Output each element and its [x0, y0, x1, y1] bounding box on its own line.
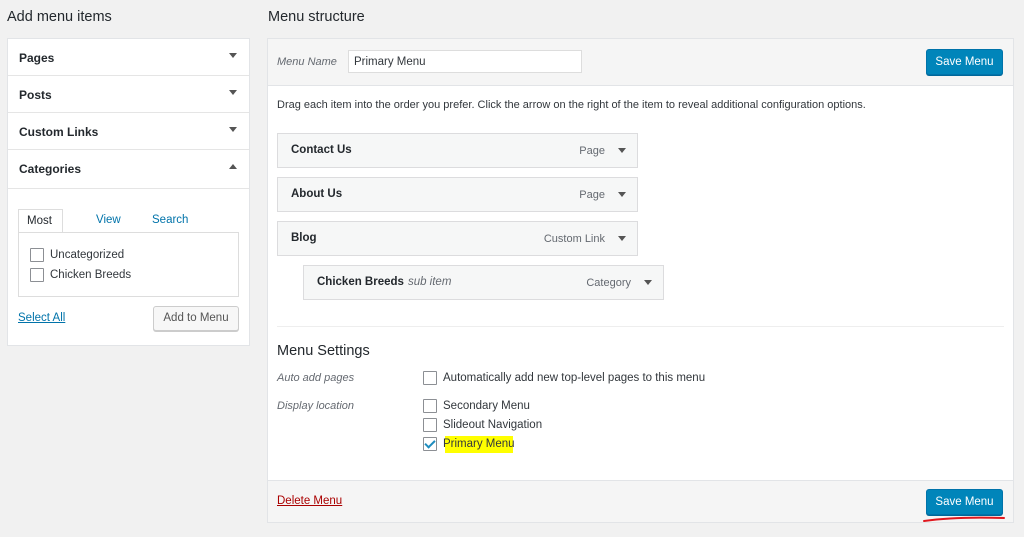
menu-item-title: About Us [291, 188, 343, 200]
accordion-label: Posts [19, 88, 52, 102]
auto-add-pages-label: Auto add pages [277, 372, 355, 384]
chevron-down-icon[interactable] [618, 148, 626, 153]
divider [277, 326, 1004, 327]
divider [8, 188, 249, 189]
accordion-posts[interactable]: Posts [8, 76, 249, 113]
chevron-down-icon[interactable] [618, 192, 626, 197]
menu-item-type: Custom Link [543, 233, 605, 245]
menu-item-type: Page [579, 145, 605, 157]
menu-item-blog[interactable]: Blog Custom Link [277, 221, 638, 256]
chevron-up-icon [229, 164, 237, 169]
menu-name-label: Menu Name [277, 56, 337, 68]
location-label: Primary Menu [443, 438, 515, 450]
auto-add-pages-option: Automatically add new top-level pages to… [443, 372, 706, 384]
accordion-label: Pages [19, 51, 55, 65]
menu-item-title: Chicken Breeds sub item [317, 276, 452, 288]
menu-item-type: Page [579, 189, 605, 201]
menu-item-contact-us[interactable]: Contact Us Page [277, 133, 638, 168]
auto-add-pages-checkbox[interactable] [423, 371, 437, 385]
location-label: Secondary Menu [443, 400, 530, 412]
tab-most-used[interactable]: Most Used [18, 209, 63, 250]
secondary-menu-checkbox[interactable] [423, 399, 437, 413]
accordion-pages[interactable]: Pages [8, 39, 249, 76]
menu-footer: Delete Menu Save Menu [268, 480, 1013, 522]
add-to-menu-button[interactable]: Add to Menu [153, 306, 239, 331]
chevron-down-icon[interactable] [644, 280, 652, 285]
menu-header: Menu Name Save Menu [268, 39, 1013, 86]
primary-menu-checkbox[interactable] [423, 437, 437, 451]
category-checkbox-chicken-breeds[interactable] [30, 268, 44, 282]
add-menu-items-panel: Pages Posts Custom Links Categories [7, 38, 250, 346]
tab-search[interactable]: Search [144, 209, 196, 233]
accordion-categories[interactable]: Categories [8, 150, 249, 187]
menu-item-chicken-breeds[interactable]: Chicken Breeds sub item Category [303, 265, 664, 300]
menu-item-title: Blog [291, 232, 317, 244]
accordion-label: Categories [19, 162, 82, 176]
menu-item-type: Category [586, 277, 631, 289]
add-menu-items-title: Add menu items [7, 9, 112, 25]
chevron-down-icon[interactable] [618, 236, 626, 241]
category-label: Chicken Breeds [50, 269, 132, 281]
save-menu-button-top[interactable]: Save Menu [926, 49, 1003, 75]
accordion-label: Custom Links [19, 125, 99, 139]
slideout-navigation-checkbox[interactable] [423, 418, 437, 432]
category-label: Uncategorized [50, 249, 125, 261]
menu-item-sub-label: sub item [407, 276, 452, 288]
category-checkbox-uncategorized[interactable] [30, 248, 44, 262]
delete-menu-link[interactable]: Delete Menu [277, 495, 342, 507]
instructions-text: Drag each item into the order you prefer… [277, 99, 866, 111]
category-checklist: Uncategorized Chicken Breeds [18, 232, 239, 297]
annotation-underline [923, 516, 1005, 522]
location-label: Slideout Navigation [443, 419, 543, 431]
accordion-custom-links[interactable]: Custom Links [8, 113, 249, 150]
menu-structure-title: Menu structure [268, 9, 365, 25]
menu-settings-heading: Menu Settings [277, 343, 370, 359]
display-location-label: Display location [277, 400, 355, 412]
tab-view-all[interactable]: View All [88, 209, 129, 249]
menu-item-about-us[interactable]: About Us Page [277, 177, 638, 212]
menu-name-input[interactable] [348, 50, 582, 73]
select-all-link[interactable]: Select All [18, 312, 65, 324]
menu-item-title: Contact Us [291, 144, 352, 156]
chevron-down-icon [229, 90, 237, 95]
chevron-down-icon [229, 53, 237, 58]
chevron-down-icon [229, 127, 237, 132]
menu-editor-panel: Menu Name Save Menu Drag each item into … [267, 38, 1014, 523]
